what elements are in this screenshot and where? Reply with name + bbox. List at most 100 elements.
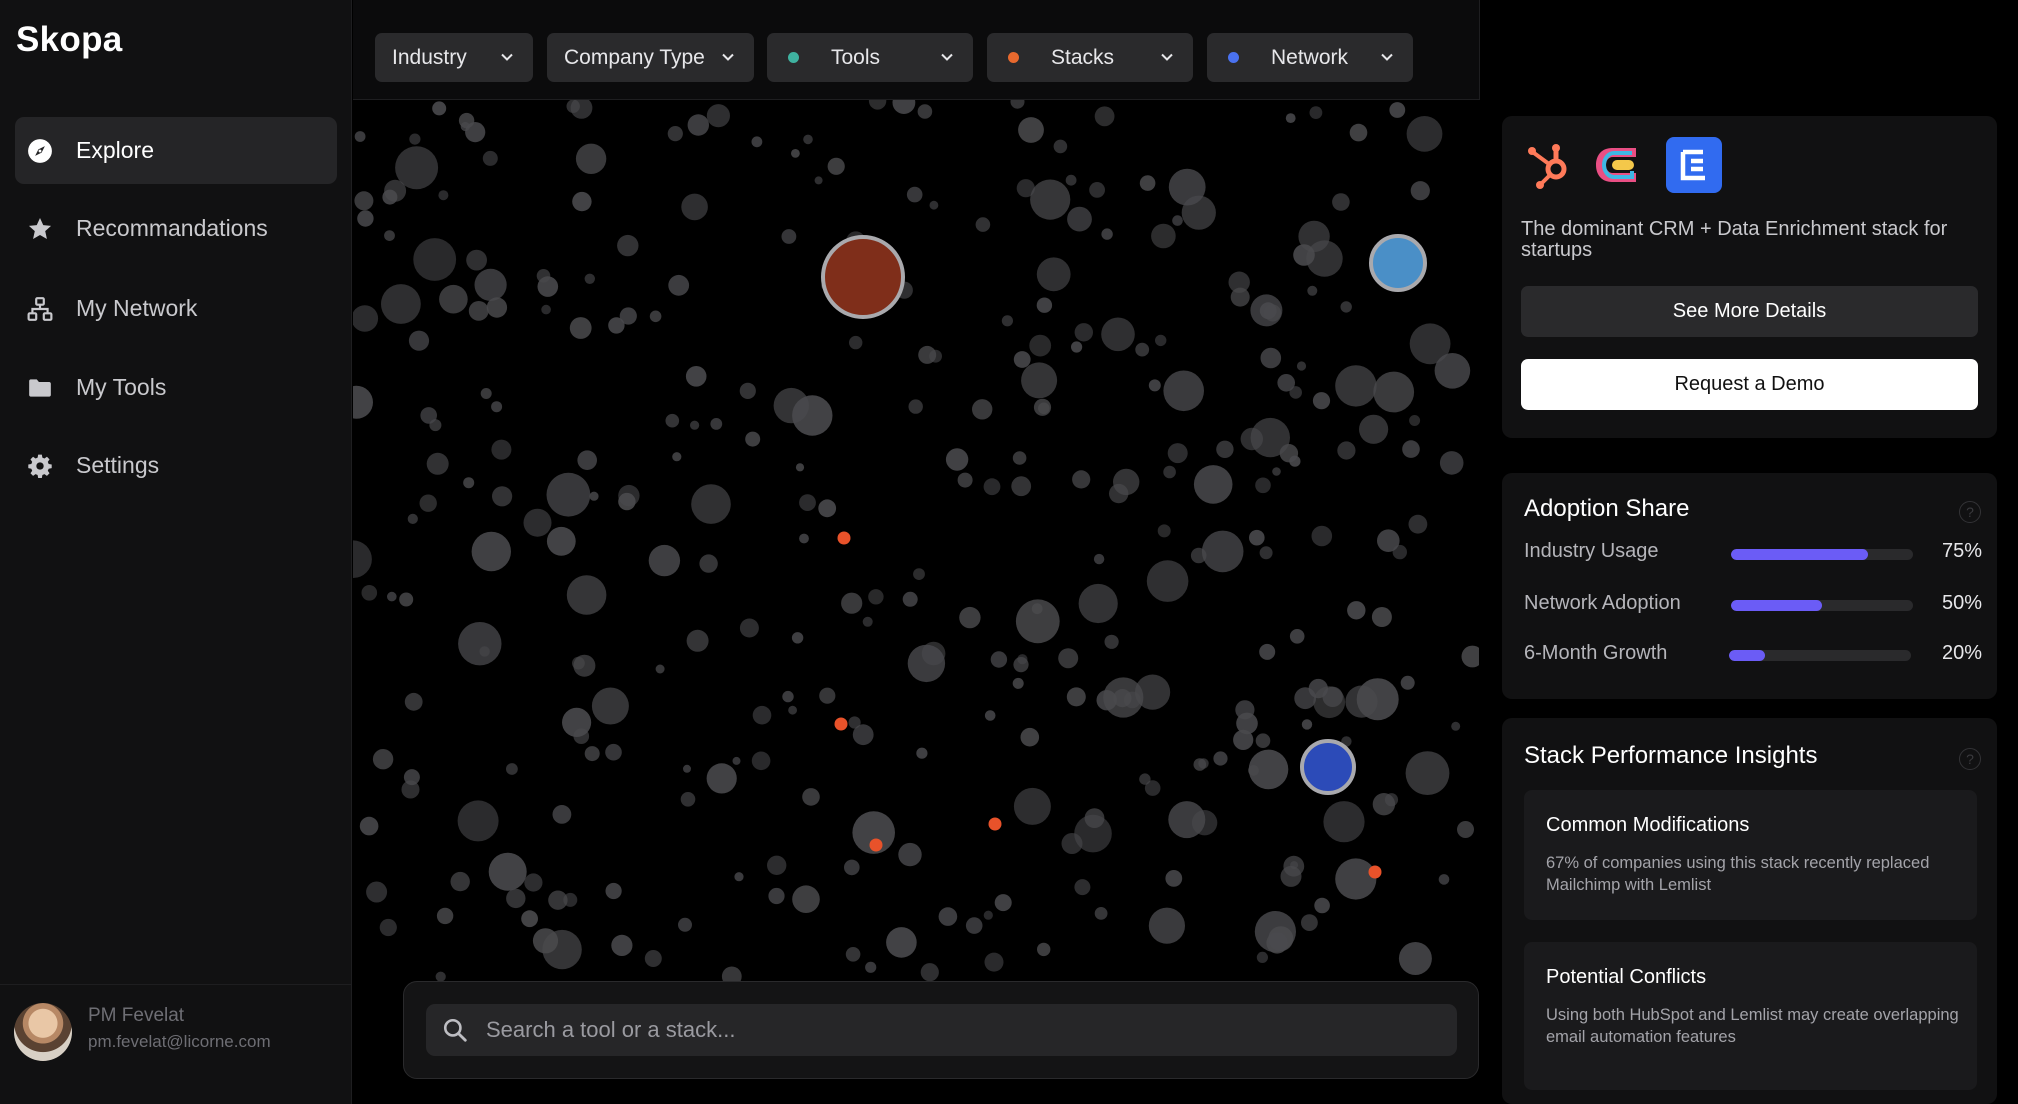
tool-bubble[interactable] [983, 910, 993, 920]
help-icon[interactable]: ? [1959, 748, 1981, 770]
tool-bubble[interactable] [1259, 643, 1276, 660]
tool-bubble[interactable] [1451, 721, 1461, 731]
tool-bubble[interactable] [1036, 297, 1053, 313]
tool-bubble[interactable] [916, 747, 928, 759]
tool-bubble[interactable] [584, 746, 600, 762]
tool-bubble[interactable] [605, 743, 622, 761]
tool-bubble[interactable] [1010, 100, 1025, 109]
tool-bubble[interactable] [1066, 687, 1086, 707]
tool-bubble[interactable] [381, 284, 421, 324]
tool-bubble[interactable] [1332, 193, 1350, 211]
tool-bubble[interactable] [920, 963, 939, 982]
tool-bubble[interactable] [1359, 414, 1389, 444]
bubble-graph-svg[interactable] [353, 100, 1479, 1104]
tool-bubble[interactable] [482, 150, 498, 166]
tool-bubble[interactable] [354, 191, 374, 211]
tool-bubble[interactable] [1461, 645, 1480, 668]
tool-bubble[interactable] [1384, 793, 1399, 807]
tool-bubble[interactable] [1074, 879, 1091, 896]
tool-bubble[interactable] [929, 200, 939, 210]
tool-bubble[interactable] [814, 176, 823, 185]
tool-bubble[interactable] [751, 751, 771, 771]
tool-bubble[interactable] [617, 234, 639, 257]
tool-bubble[interactable] [575, 143, 607, 174]
tool-bubble[interactable] [1392, 544, 1408, 560]
stack-bubble-selected[interactable] [821, 235, 905, 319]
tool-bubble[interactable] [1216, 440, 1234, 458]
tool-bubble[interactable] [1259, 546, 1273, 560]
tool-bubble[interactable] [1011, 476, 1032, 497]
tool-bubble[interactable] [691, 484, 731, 524]
tool-bubble[interactable] [681, 193, 708, 221]
tool-bubble[interactable] [506, 763, 518, 775]
tool-bubble[interactable] [611, 934, 633, 957]
tool-bubble[interactable] [1335, 365, 1377, 407]
tool-bubble[interactable] [1373, 371, 1415, 413]
tool-bubble[interactable] [1101, 317, 1135, 352]
tool-bubble[interactable] [1389, 102, 1406, 118]
tool-bubble[interactable] [491, 401, 503, 413]
tool-bubble[interactable] [359, 816, 379, 836]
tool-bubble[interactable] [532, 928, 559, 954]
tool-bubble[interactable] [552, 805, 572, 824]
tool-bubble[interactable] [699, 554, 718, 573]
tool-bubble[interactable] [1409, 415, 1421, 426]
tool-bubble[interactable] [357, 210, 374, 227]
tool-bubble[interactable] [474, 268, 507, 301]
tool-bubble[interactable] [906, 186, 923, 203]
tool-bubble[interactable] [1260, 347, 1282, 369]
tool-bubble[interactable] [1191, 810, 1218, 836]
tool-bubble[interactable] [1148, 907, 1185, 944]
tool-bubble[interactable] [1323, 801, 1365, 843]
tool-bubble[interactable] [566, 575, 607, 615]
tool-bubble[interactable] [908, 399, 923, 414]
tool-bubble[interactable] [1071, 341, 1083, 353]
tool-bubble[interactable] [791, 149, 800, 158]
tool-bubble[interactable] [1311, 525, 1333, 547]
tool-bubble[interactable] [420, 407, 437, 424]
tool-bubble[interactable] [618, 484, 640, 507]
tool-bubble[interactable] [781, 229, 797, 244]
tool-bubble[interactable] [1089, 182, 1105, 198]
tool-bubble[interactable] [686, 629, 709, 652]
tool-bubble[interactable] [480, 388, 492, 399]
tool-bubble[interactable] [361, 585, 378, 601]
tool-bubble[interactable] [799, 494, 816, 511]
tool-bubble[interactable] [404, 692, 423, 711]
tool-bubble[interactable] [1139, 175, 1156, 191]
tool-bubble[interactable] [1236, 712, 1258, 735]
tool-bubble[interactable] [792, 395, 833, 436]
stack-dot[interactable] [1368, 865, 1382, 879]
tool-bubble[interactable] [745, 431, 761, 447]
tool-bubble[interactable] [1072, 470, 1091, 489]
tool-bubble[interactable] [1400, 675, 1415, 690]
tool-bubble[interactable] [491, 439, 512, 460]
tool-bubble[interactable] [1248, 765, 1259, 776]
tool-bubble[interactable] [1155, 334, 1167, 347]
tool-bubble[interactable] [1293, 244, 1315, 266]
tool-bubble[interactable] [706, 104, 730, 128]
tool-bubble-highlighted[interactable] [1369, 234, 1427, 292]
tool-bubble[interactable] [1078, 583, 1118, 624]
tool-bubble[interactable] [1307, 285, 1318, 296]
tool-bubble[interactable] [649, 310, 662, 323]
stack-dot[interactable] [869, 838, 883, 852]
tool-bubble[interactable] [407, 513, 418, 524]
stack-dot[interactable] [988, 817, 1002, 831]
tool-bubble[interactable] [680, 792, 696, 807]
tool-bubble[interactable] [655, 664, 665, 674]
tool-bubble[interactable] [1018, 117, 1044, 143]
tool-bubble[interactable] [648, 544, 681, 577]
tool-bubble[interactable] [605, 882, 622, 900]
tool-bubble[interactable] [1020, 727, 1040, 747]
tool-bubble[interactable] [1272, 467, 1281, 476]
tool-bubble[interactable] [1012, 677, 1024, 689]
tool-bubble[interactable] [844, 859, 860, 876]
tool-bubble[interactable] [975, 217, 991, 232]
tool-bubble[interactable] [907, 644, 946, 683]
tool-bubble[interactable] [1308, 678, 1328, 699]
tool-bubble[interactable] [384, 230, 395, 242]
tool-bubble[interactable] [409, 133, 421, 145]
tool-bubble[interactable] [984, 710, 996, 721]
tool-bubble[interactable] [1249, 529, 1265, 546]
